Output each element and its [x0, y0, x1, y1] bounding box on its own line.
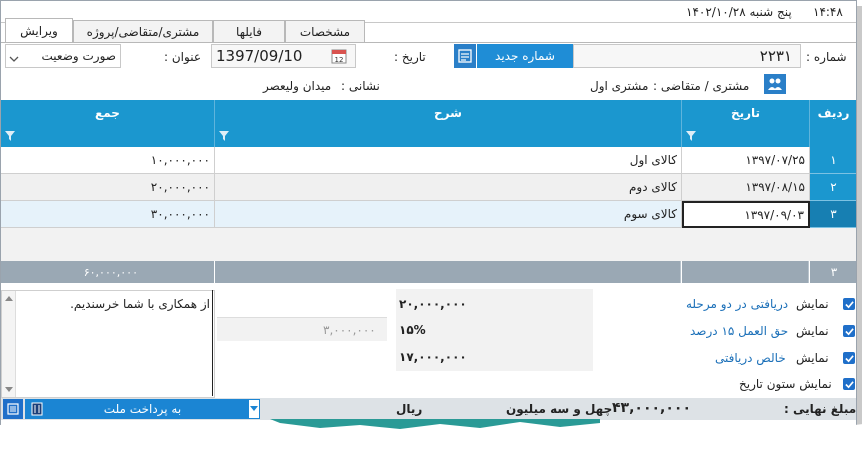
grid-body: ۱ ۱۳۹۷/۰۷/۲۵ کالای اول ۱۰,۰۰۰,۰۰۰ ۲ ۱۳۹۷…	[1, 147, 856, 228]
checkbox-3[interactable]	[843, 352, 855, 364]
table-cell-date[interactable]: ۱۳۹۷/۰۷/۲۵	[682, 147, 810, 174]
scroll-up-icon[interactable]	[5, 295, 13, 301]
number-label: شماره :	[806, 50, 847, 64]
address-value: میدان ولیعصر	[263, 79, 332, 93]
filter-icon[interactable]	[219, 131, 229, 141]
title-label: عنوان :	[164, 50, 201, 64]
table-row-number[interactable]: ۱	[810, 147, 856, 174]
filter-icon[interactable]	[686, 131, 696, 141]
table-cell-total[interactable]: ۳۰,۰۰۰,۰۰۰	[1, 201, 215, 228]
received-two-stage-link[interactable]: دریافتی در دو مرحله	[686, 297, 788, 311]
checkbox-2[interactable]	[843, 325, 855, 337]
bank-select[interactable]: به پرداخت ملت	[25, 399, 260, 419]
customer-value: مشتری اول	[590, 79, 649, 93]
customers-icon[interactable]	[764, 74, 786, 94]
commission-value-display: ۱۵%	[399, 323, 426, 337]
amount-in-words: چهل و سه میلیون	[506, 402, 613, 416]
tab-specs-label: مشخصات	[299, 24, 351, 39]
number-value: ۲۲۳۱	[759, 47, 792, 65]
table-cell-date[interactable]: ۱۳۹۷/۰۸/۱۵	[682, 174, 810, 201]
tab-files-label: فایلها	[236, 24, 262, 39]
table-cell-date-active[interactable]: ۱۳۹۷/۰۹/۰۳	[682, 201, 810, 228]
tab-customer-project[interactable]: مشتری/متقاضی/پروژه	[73, 20, 213, 42]
col-header-row[interactable]: ردیف	[810, 100, 856, 147]
show-label-1: نمایش	[796, 297, 829, 311]
footer-sum: ۶۰,۰۰۰,۰۰۰	[1, 261, 214, 283]
received-two-stage-value-display: ۲۰,۰۰۰,۰۰۰	[399, 297, 467, 311]
torn-edge-decoration	[0, 419, 863, 456]
col-header-date-label: تاریخ	[730, 106, 761, 120]
title-value: صورت وضعیت	[41, 49, 116, 63]
checkbox-1[interactable]	[843, 298, 855, 310]
final-amount-label: مبلغ نهایی :	[784, 402, 857, 416]
clock-text: ۱۴:۴۸	[813, 5, 843, 19]
tab-files[interactable]: فایلها	[213, 20, 285, 42]
table-cell-desc[interactable]: کالای اول	[215, 147, 682, 174]
note-scrollbar[interactable]	[2, 291, 16, 397]
tab-specs[interactable]: مشخصات	[285, 20, 365, 42]
bank-select-value: به پرداخت ملت	[103, 402, 182, 416]
chevron-down-icon[interactable]	[248, 399, 260, 419]
text-cursor	[212, 290, 213, 396]
tab-customer-label: مشتری/متقاضی/پروژه	[86, 24, 200, 39]
filter-icon[interactable]	[5, 131, 15, 141]
date-value: 1397/09/10	[216, 47, 303, 65]
table-row-number[interactable]: ۳	[810, 201, 856, 228]
app-window: ۱۴:۴۸ پنج شنبه ۱۴۰۲/۱۰/۲۸ ویرایش مشتری/م…	[0, 0, 857, 448]
note-textarea[interactable]: از همکاری با شما خرسندیم.	[1, 290, 215, 398]
svg-text:12: 12	[335, 56, 344, 64]
footer-desc-cell	[215, 261, 681, 283]
net-received-link[interactable]: خالص دریافتی	[715, 351, 786, 365]
calculator-icon[interactable]	[454, 44, 476, 68]
footer-date-cell	[682, 261, 809, 283]
show-date-column-label: نمایش ستون تاریخ	[739, 377, 832, 391]
checkbox-date-column[interactable]	[843, 378, 855, 390]
number-field[interactable]: ۲۲۳۱	[573, 44, 801, 68]
bank-card-icon	[31, 402, 43, 416]
net-received-value-display: ۱۷,۰۰۰,۰۰۰	[399, 350, 467, 364]
table-cell-desc[interactable]: کالای سوم	[215, 201, 682, 228]
col-header-total[interactable]: جمع	[1, 100, 215, 147]
table-row-number[interactable]: ۲	[810, 174, 856, 201]
table-cell-total[interactable]: ۲۰,۰۰۰,۰۰۰	[1, 174, 215, 201]
tab-edit-label: ویرایش	[20, 23, 58, 38]
grid-empty-area	[1, 228, 856, 261]
scroll-down-icon[interactable]	[5, 387, 13, 393]
new-number-button[interactable]: شماره جدید	[477, 44, 573, 68]
col-header-total-label: جمع	[95, 106, 120, 120]
col-header-row-label: ردیف	[817, 106, 850, 120]
date-label: تاریخ :	[394, 50, 426, 64]
note-text: از همکاری با شما خرسندیم.	[70, 297, 210, 311]
col-header-desc[interactable]: شرح	[215, 100, 682, 147]
customer-label: مشتری / متقاضی :	[653, 79, 750, 93]
address-label: نشانی :	[341, 79, 380, 93]
settings-icon[interactable]	[3, 399, 23, 419]
table-cell-total[interactable]: ۱۰,۰۰۰,۰۰۰	[1, 147, 215, 174]
footer-count: ۳	[810, 261, 856, 283]
final-amount-value: ۴۳,۰۰۰,۰۰۰	[612, 400, 691, 416]
calendar-icon[interactable]: 12	[331, 48, 347, 64]
tab-edit[interactable]: ویرایش	[5, 18, 73, 42]
col-header-date[interactable]: تاریخ	[682, 100, 810, 147]
commission-extra-value: ۳,۰۰۰,۰۰۰	[323, 323, 376, 337]
chevron-down-icon[interactable]	[9, 52, 19, 62]
col-header-desc-label: شرح	[434, 106, 462, 120]
title-select[interactable]: صورت وضعیت	[5, 44, 121, 68]
show-label-2: نمایش	[796, 324, 829, 338]
date-text: پنج شنبه ۱۴۰۲/۱۰/۲۸	[686, 5, 792, 19]
show-label-3: نمایش	[796, 351, 829, 365]
table-cell-desc[interactable]: کالای دوم	[215, 174, 682, 201]
currency-label: ریال	[396, 402, 423, 416]
commission-link[interactable]: حق العمل ۱۵ درصد	[690, 324, 788, 338]
